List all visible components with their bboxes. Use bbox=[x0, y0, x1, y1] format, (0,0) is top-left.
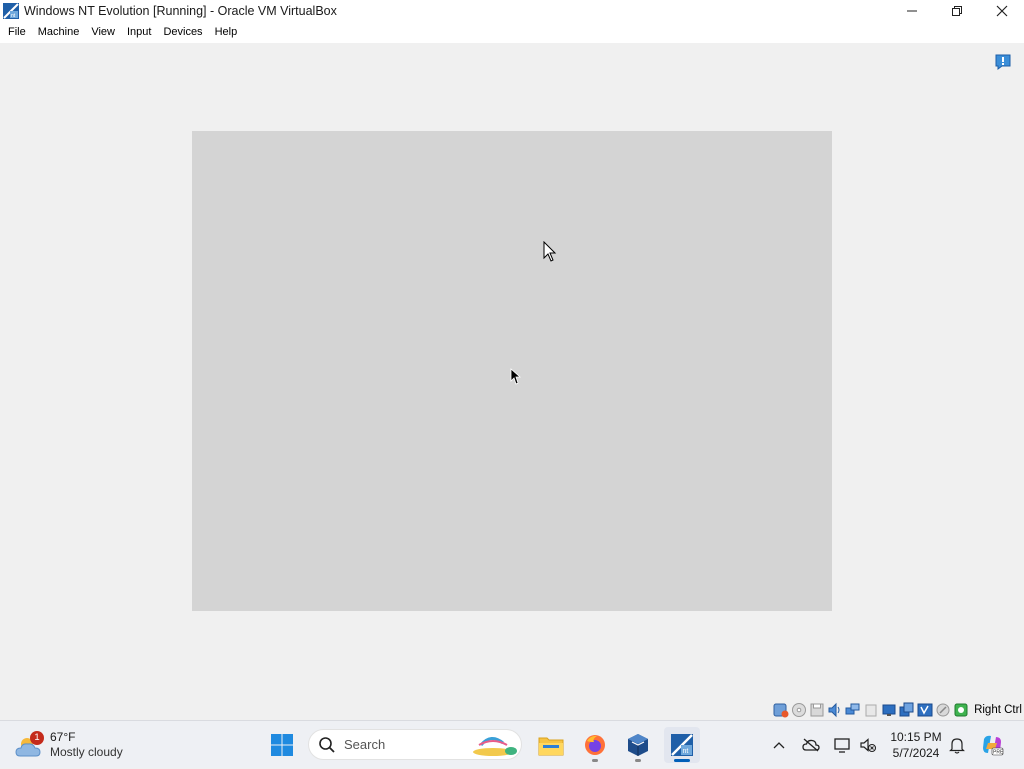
menu-file[interactable]: File bbox=[2, 22, 32, 43]
chevron-up-icon bbox=[773, 742, 785, 749]
taskbar-search-box[interactable]: Search bbox=[308, 729, 522, 760]
file-explorer-button[interactable] bbox=[533, 727, 569, 763]
svg-text:nt: nt bbox=[11, 13, 16, 19]
cloud-offline-icon bbox=[802, 738, 820, 752]
weather-temperature: 67°F bbox=[50, 730, 76, 744]
recording-icon[interactable] bbox=[917, 702, 933, 718]
title-bar[interactable]: nt Windows NT Evolution [Running] - Orac… bbox=[0, 0, 1024, 22]
speaker-muted-icon bbox=[860, 738, 877, 753]
menu-input[interactable]: Input bbox=[121, 22, 157, 43]
menu-devices[interactable]: Devices bbox=[157, 22, 208, 43]
menu-help[interactable]: Help bbox=[209, 22, 244, 43]
maximize-button[interactable] bbox=[934, 0, 979, 22]
display-tray-button[interactable] bbox=[832, 721, 854, 769]
windows-logo-icon bbox=[271, 734, 293, 756]
display-icon[interactable] bbox=[899, 702, 915, 718]
folder-icon bbox=[538, 737, 564, 756]
virtualbox-manager-button[interactable] bbox=[620, 727, 656, 763]
optical-drive-icon[interactable] bbox=[791, 702, 807, 718]
volume-tray-button[interactable] bbox=[857, 721, 879, 769]
notifications-button[interactable] bbox=[946, 721, 968, 769]
clock-date: 5/7/2024 bbox=[892, 746, 940, 760]
cpu-icon[interactable] bbox=[935, 702, 951, 718]
copilot-icon: PRE bbox=[983, 735, 1004, 756]
show-hidden-icons-button[interactable] bbox=[768, 721, 790, 769]
window-title: Windows NT Evolution [Running] - Oracle … bbox=[24, 4, 337, 18]
floppy-drive-icon[interactable] bbox=[809, 702, 825, 718]
mouse-integration-icon[interactable] bbox=[953, 702, 969, 718]
running-indicator bbox=[592, 759, 598, 762]
notification-message-icon[interactable] bbox=[994, 53, 1012, 71]
virtualbox-app-icon[interactable]: nt bbox=[3, 3, 19, 19]
vm-status-bar: Right Ctrl bbox=[773, 700, 1024, 720]
taskbar: 1 67°F Mostly cloudy Search nt 10:15 PM … bbox=[0, 720, 1024, 768]
firefox-icon bbox=[585, 735, 605, 755]
hard-disk-icon[interactable] bbox=[773, 702, 789, 718]
virtualbox-vm-window-button[interactable]: nt bbox=[664, 727, 700, 763]
menu-view[interactable]: View bbox=[85, 22, 121, 43]
svg-text:PRE: PRE bbox=[993, 750, 1004, 756]
close-icon bbox=[996, 5, 1007, 17]
host-key-label: Right Ctrl bbox=[974, 704, 1022, 716]
audio-icon[interactable] bbox=[827, 702, 843, 718]
host-cursor-icon bbox=[510, 368, 521, 385]
search-highlight-illustration-icon bbox=[473, 737, 517, 756]
network-icon[interactable] bbox=[845, 702, 861, 718]
restore-icon bbox=[951, 6, 962, 16]
start-button[interactable] bbox=[264, 727, 300, 763]
close-button[interactable] bbox=[979, 0, 1024, 22]
running-indicator bbox=[635, 759, 641, 762]
windows-nt-vm-icon: nt bbox=[671, 734, 693, 756]
search-icon bbox=[319, 736, 335, 753]
window-controls bbox=[889, 0, 1024, 22]
firefox-button[interactable] bbox=[577, 727, 613, 763]
minimize-icon bbox=[906, 10, 917, 12]
svg-text:nt: nt bbox=[683, 748, 689, 755]
weather-condition: Mostly cloudy bbox=[50, 745, 123, 759]
shared-folders-icon[interactable] bbox=[881, 702, 897, 718]
minimize-button[interactable] bbox=[889, 0, 934, 22]
onedrive-tray-button[interactable] bbox=[800, 721, 822, 769]
usb-icon[interactable] bbox=[863, 702, 879, 718]
monitor-icon bbox=[834, 738, 850, 753]
cloudy-weather-icon: 1 bbox=[14, 730, 46, 760]
guest-cursor-icon bbox=[543, 241, 557, 262]
clock-time: 10:15 PM bbox=[890, 730, 942, 744]
bell-icon bbox=[949, 738, 965, 754]
menu-bar: File Machine View Input Devices Help bbox=[0, 22, 1024, 43]
search-label: Search bbox=[344, 737, 386, 752]
menu-machine[interactable]: Machine bbox=[32, 22, 86, 43]
weather-alert-badge: 1 bbox=[30, 731, 44, 745]
copilot-button[interactable]: PRE bbox=[979, 721, 1005, 769]
weather-widget[interactable]: 1 67°F Mostly cloudy bbox=[14, 725, 123, 765]
virtualbox-cube-icon bbox=[628, 734, 648, 756]
system-clock[interactable]: 10:15 PM 5/7/2024 bbox=[886, 729, 946, 761]
active-window-indicator bbox=[674, 759, 690, 762]
